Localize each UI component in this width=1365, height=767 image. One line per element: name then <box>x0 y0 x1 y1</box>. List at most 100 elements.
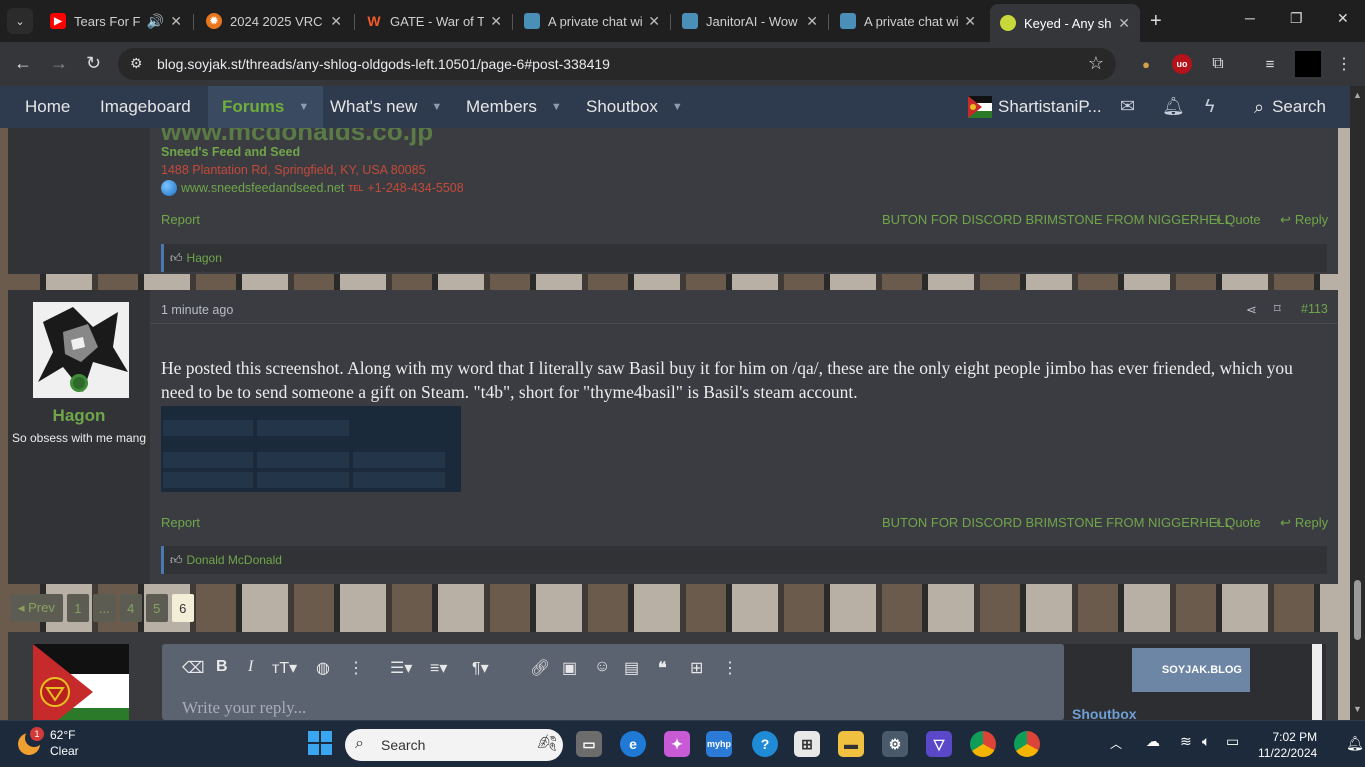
more-options-icon[interactable]: ⋮ <box>722 658 738 678</box>
post-attachment-screenshot[interactable] <box>161 406 461 492</box>
media-icon[interactable]: ▤ <box>624 658 639 678</box>
post-username[interactable]: Hagon <box>8 406 150 426</box>
profile-avatar[interactable] <box>1295 51 1321 77</box>
shoutbox-scrollbar[interactable] <box>1312 644 1322 720</box>
edge-icon[interactable]: e <box>620 731 646 757</box>
restore-icon[interactable]: ❐ <box>1290 10 1303 27</box>
image-icon[interactable]: ▣ <box>562 658 577 678</box>
scroll-down-arrow[interactable]: ▼ <box>1353 704 1362 714</box>
volume-icon[interactable]: 🔈︎ <box>1202 733 1210 750</box>
site-info-icon[interactable]: ⚙ <box>130 55 143 72</box>
wifi-icon[interactable]: ≋ <box>1180 733 1192 750</box>
palette-icon[interactable]: ◍ <box>316 658 330 678</box>
reaction-user-link[interactable]: Hagon <box>187 251 222 265</box>
page-scrollbar[interactable]: ▲ ▼ <box>1350 86 1365 720</box>
browser-tab-6-active[interactable]: Keyed - Any shlo ✕ <box>990 4 1140 42</box>
quote-button[interactable]: + Quote <box>1214 212 1261 227</box>
reaction-user-link[interactable]: Donald McDonald <box>187 553 282 567</box>
browser-tab-5[interactable]: A private chat wi ✕ <box>830 6 986 36</box>
list-icon[interactable]: ☰▾ <box>390 658 412 678</box>
system-clock[interactable]: 7:02 PM 11/22/2024 <box>1258 729 1317 761</box>
tray-overflow-chevron-icon[interactable]: ︿ <box>1110 735 1122 752</box>
media-control-icon[interactable]: ≡ <box>1260 54 1280 74</box>
italic-icon[interactable]: I <box>248 658 253 676</box>
pagination-ellipsis[interactable]: ... <box>92 594 116 622</box>
bookmark-star-icon[interactable]: ☆ <box>1088 53 1104 74</box>
taskbar-search[interactable]: ⌕ Search 🍂︎ <box>345 729 563 761</box>
eraser-icon[interactable]: ⌫ <box>182 658 205 678</box>
scroll-up-arrow[interactable]: ▲ <box>1353 90 1362 100</box>
chrome-active-icon[interactable] <box>1014 731 1040 757</box>
pagination-page-5[interactable]: 5 <box>145 594 168 622</box>
pagination-prev-button[interactable]: ◂ Prev <box>10 594 63 622</box>
bold-icon[interactable]: B <box>216 658 228 676</box>
help-icon[interactable]: ? <box>752 731 778 757</box>
nav-shoutbox[interactable]: Shoutbox ▼ <box>586 86 683 128</box>
hp-app-icon[interactable]: myhp <box>706 731 732 757</box>
onedrive-cloud-icon[interactable]: ☁ <box>1146 733 1160 750</box>
discord-brimstone-button[interactable]: BUTON FOR DISCORD BRIMSTONE FROM NIGGERH… <box>882 212 1232 227</box>
shoutbox-header[interactable]: Shoutbox <box>1072 706 1137 720</box>
table-icon[interactable]: ⊞ <box>690 658 703 678</box>
inbox-envelope-icon[interactable]: ✉ <box>1120 96 1135 117</box>
align-icon[interactable]: ≡▾ <box>430 658 447 678</box>
nav-user-account[interactable]: ShartistaniP... <box>968 86 1102 128</box>
chevron-down-icon[interactable]: ▼ <box>551 101 562 113</box>
chevron-down-icon[interactable]: ▼ <box>431 101 442 113</box>
url-text[interactable]: blog.soyjak.st/threads/any-shlog-oldgods… <box>157 56 610 72</box>
minimize-icon[interactable]: ─ <box>1245 10 1255 26</box>
close-tab-icon[interactable]: ✕ <box>964 13 976 30</box>
close-tab-icon[interactable]: ✕ <box>490 13 502 30</box>
link-icon[interactable]: 🔗︎ <box>530 658 550 678</box>
close-tab-icon[interactable]: ✕ <box>806 13 818 30</box>
address-bar[interactable]: ⚙ blog.soyjak.st/threads/any-shlog-oldgo… <box>118 48 1116 80</box>
puzzle-extensions-icon[interactable]: ⧉ <box>1208 54 1228 74</box>
pagination-page-1[interactable]: 1 <box>66 594 89 622</box>
whats-new-bolt-icon[interactable]: ϟ <box>1205 96 1215 117</box>
notification-bell-icon[interactable]: 🔔︎ <box>1346 735 1364 752</box>
nav-members[interactable]: Members ▼ <box>466 86 562 128</box>
battery-icon[interactable]: ▭ <box>1226 733 1239 750</box>
new-tab-icon[interactable]: + <box>1150 10 1162 33</box>
store-icon[interactable]: ⊞ <box>794 731 820 757</box>
settings-gear-icon[interactable]: ⚙ <box>882 731 908 757</box>
emoji-icon[interactable]: ☺ <box>594 658 610 676</box>
reply-button[interactable]: ↩ Reply <box>1280 515 1328 531</box>
task-view-icon[interactable]: ▭ <box>576 731 602 757</box>
browser-tab-4[interactable]: JanitorAI - Wow ✕ <box>672 6 828 36</box>
nav-search[interactable]: ⌕ Search <box>1254 86 1326 128</box>
browser-tab-2[interactable]: W GATE - War of Tw ✕ <box>356 6 512 36</box>
close-tab-icon[interactable]: ✕ <box>170 13 182 30</box>
paragraph-icon[interactable]: ¶▾ <box>472 658 489 678</box>
weather-widget[interactable]: 1 62°F Clear <box>18 727 79 759</box>
browser-menu-icon[interactable]: ⋮ <box>1334 54 1354 74</box>
extension-icon[interactable]: ● <box>1136 54 1156 74</box>
close-tab-icon[interactable]: ✕ <box>648 13 660 30</box>
tab-search-menu-button[interactable]: ⌄ <box>7 8 33 34</box>
nav-forums[interactable]: Forums ▼ <box>208 86 324 128</box>
bookmark-icon[interactable]: ⌑ <box>1274 301 1281 317</box>
scrollbar-thumb[interactable] <box>1354 580 1361 640</box>
post-number-link[interactable]: #113 <box>1301 302 1328 316</box>
audio-icon[interactable]: 🔊 <box>147 13 164 30</box>
ublock-icon[interactable]: uo <box>1172 54 1192 74</box>
post-timestamp[interactable]: 1 minute ago <box>161 303 233 317</box>
nav-imageboard[interactable]: Imageboard <box>100 86 191 128</box>
windows-start-icon[interactable] <box>308 731 332 755</box>
nav-whats-new[interactable]: What's new ▼ <box>330 86 442 128</box>
reply-textarea[interactable]: Write your reply... <box>182 698 306 718</box>
file-explorer-icon[interactable]: ▬ <box>838 731 864 757</box>
pagination-page-4[interactable]: 4 <box>119 594 142 622</box>
chevron-down-icon[interactable]: ▼ <box>672 101 683 113</box>
share-icon[interactable]: ⋖ <box>1246 302 1257 318</box>
copilot-icon[interactable]: ✦ <box>664 731 690 757</box>
close-tab-icon[interactable]: ✕ <box>1118 15 1130 32</box>
chevron-down-icon[interactable]: ▼ <box>298 101 309 113</box>
alerts-bell-icon[interactable]: 🔔︎ <box>1162 96 1185 117</box>
nav-home[interactable]: Home <box>25 86 70 128</box>
browser-tab-1[interactable]: ✹ 2024 2025 VRC I ✕ <box>196 6 352 36</box>
signature-website-link[interactable]: www.sneedsfeedandseed.net <box>181 181 344 195</box>
browser-tab-3[interactable]: A private chat wi ✕ <box>514 6 670 36</box>
close-tab-icon[interactable]: ✕ <box>330 13 342 30</box>
text-size-icon[interactable]: ᴛT▾ <box>272 658 297 678</box>
